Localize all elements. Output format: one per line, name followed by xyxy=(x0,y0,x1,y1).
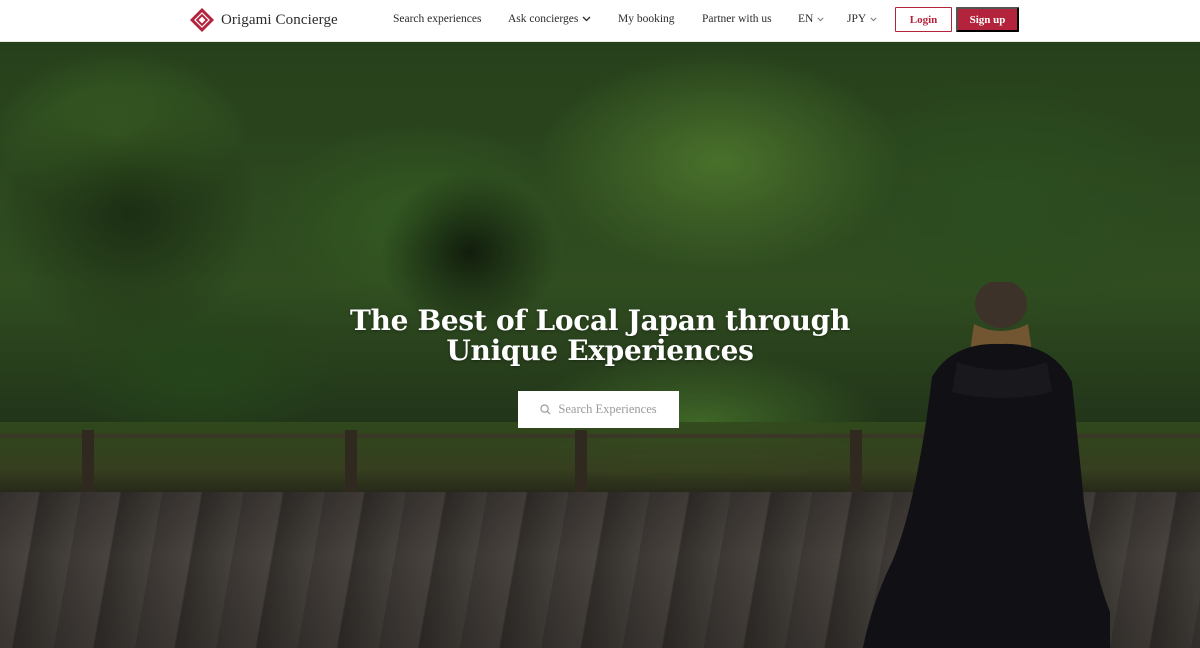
language-selector-label: EN xyxy=(798,13,814,25)
hero-headline-line-2: Unique Experiences xyxy=(446,334,754,367)
search-experiences-button[interactable]: Search Experiences xyxy=(518,391,679,428)
chevron-down-icon xyxy=(817,13,824,25)
search-experiences-label: Search Experiences xyxy=(558,402,657,416)
nav-my-booking-label: My booking xyxy=(618,13,675,25)
search-icon xyxy=(540,404,551,415)
currency-selector-label: JPY xyxy=(847,13,867,25)
nav-my-booking[interactable]: My booking xyxy=(618,13,675,25)
nav-partner-with-us[interactable]: Partner with us xyxy=(702,13,772,25)
currency-selector[interactable]: JPY xyxy=(847,13,877,25)
hero-headline-line-1: The Best of Local Japan through xyxy=(349,304,851,337)
top-navbar: Origami Concierge Search experiences Ask… xyxy=(0,0,1200,42)
nav-search-experiences-label: Search experiences xyxy=(393,13,482,25)
login-button[interactable]: Login xyxy=(895,7,952,32)
signup-button[interactable]: Sign up xyxy=(956,7,1019,32)
origami-logo-icon xyxy=(189,7,215,33)
nav-search-experiences[interactable]: Search experiences xyxy=(393,13,481,25)
nav-ask-concierges-label: Ask concierges xyxy=(508,13,579,25)
language-selector[interactable]: EN xyxy=(798,13,824,25)
brand-logo[interactable]: Origami Concierge xyxy=(189,7,338,33)
nav-ask-concierges[interactable]: Ask concierges xyxy=(508,13,591,25)
brand-name: Origami Concierge xyxy=(221,11,338,28)
chevron-down-icon xyxy=(870,13,877,25)
hero-banner: The Best of Local Japan through Unique E… xyxy=(0,42,1200,648)
hero-headline: The Best of Local Japan through Unique E… xyxy=(300,306,900,366)
chevron-down-icon xyxy=(582,13,591,25)
nav-partner-with-us-label: Partner with us xyxy=(702,13,772,25)
